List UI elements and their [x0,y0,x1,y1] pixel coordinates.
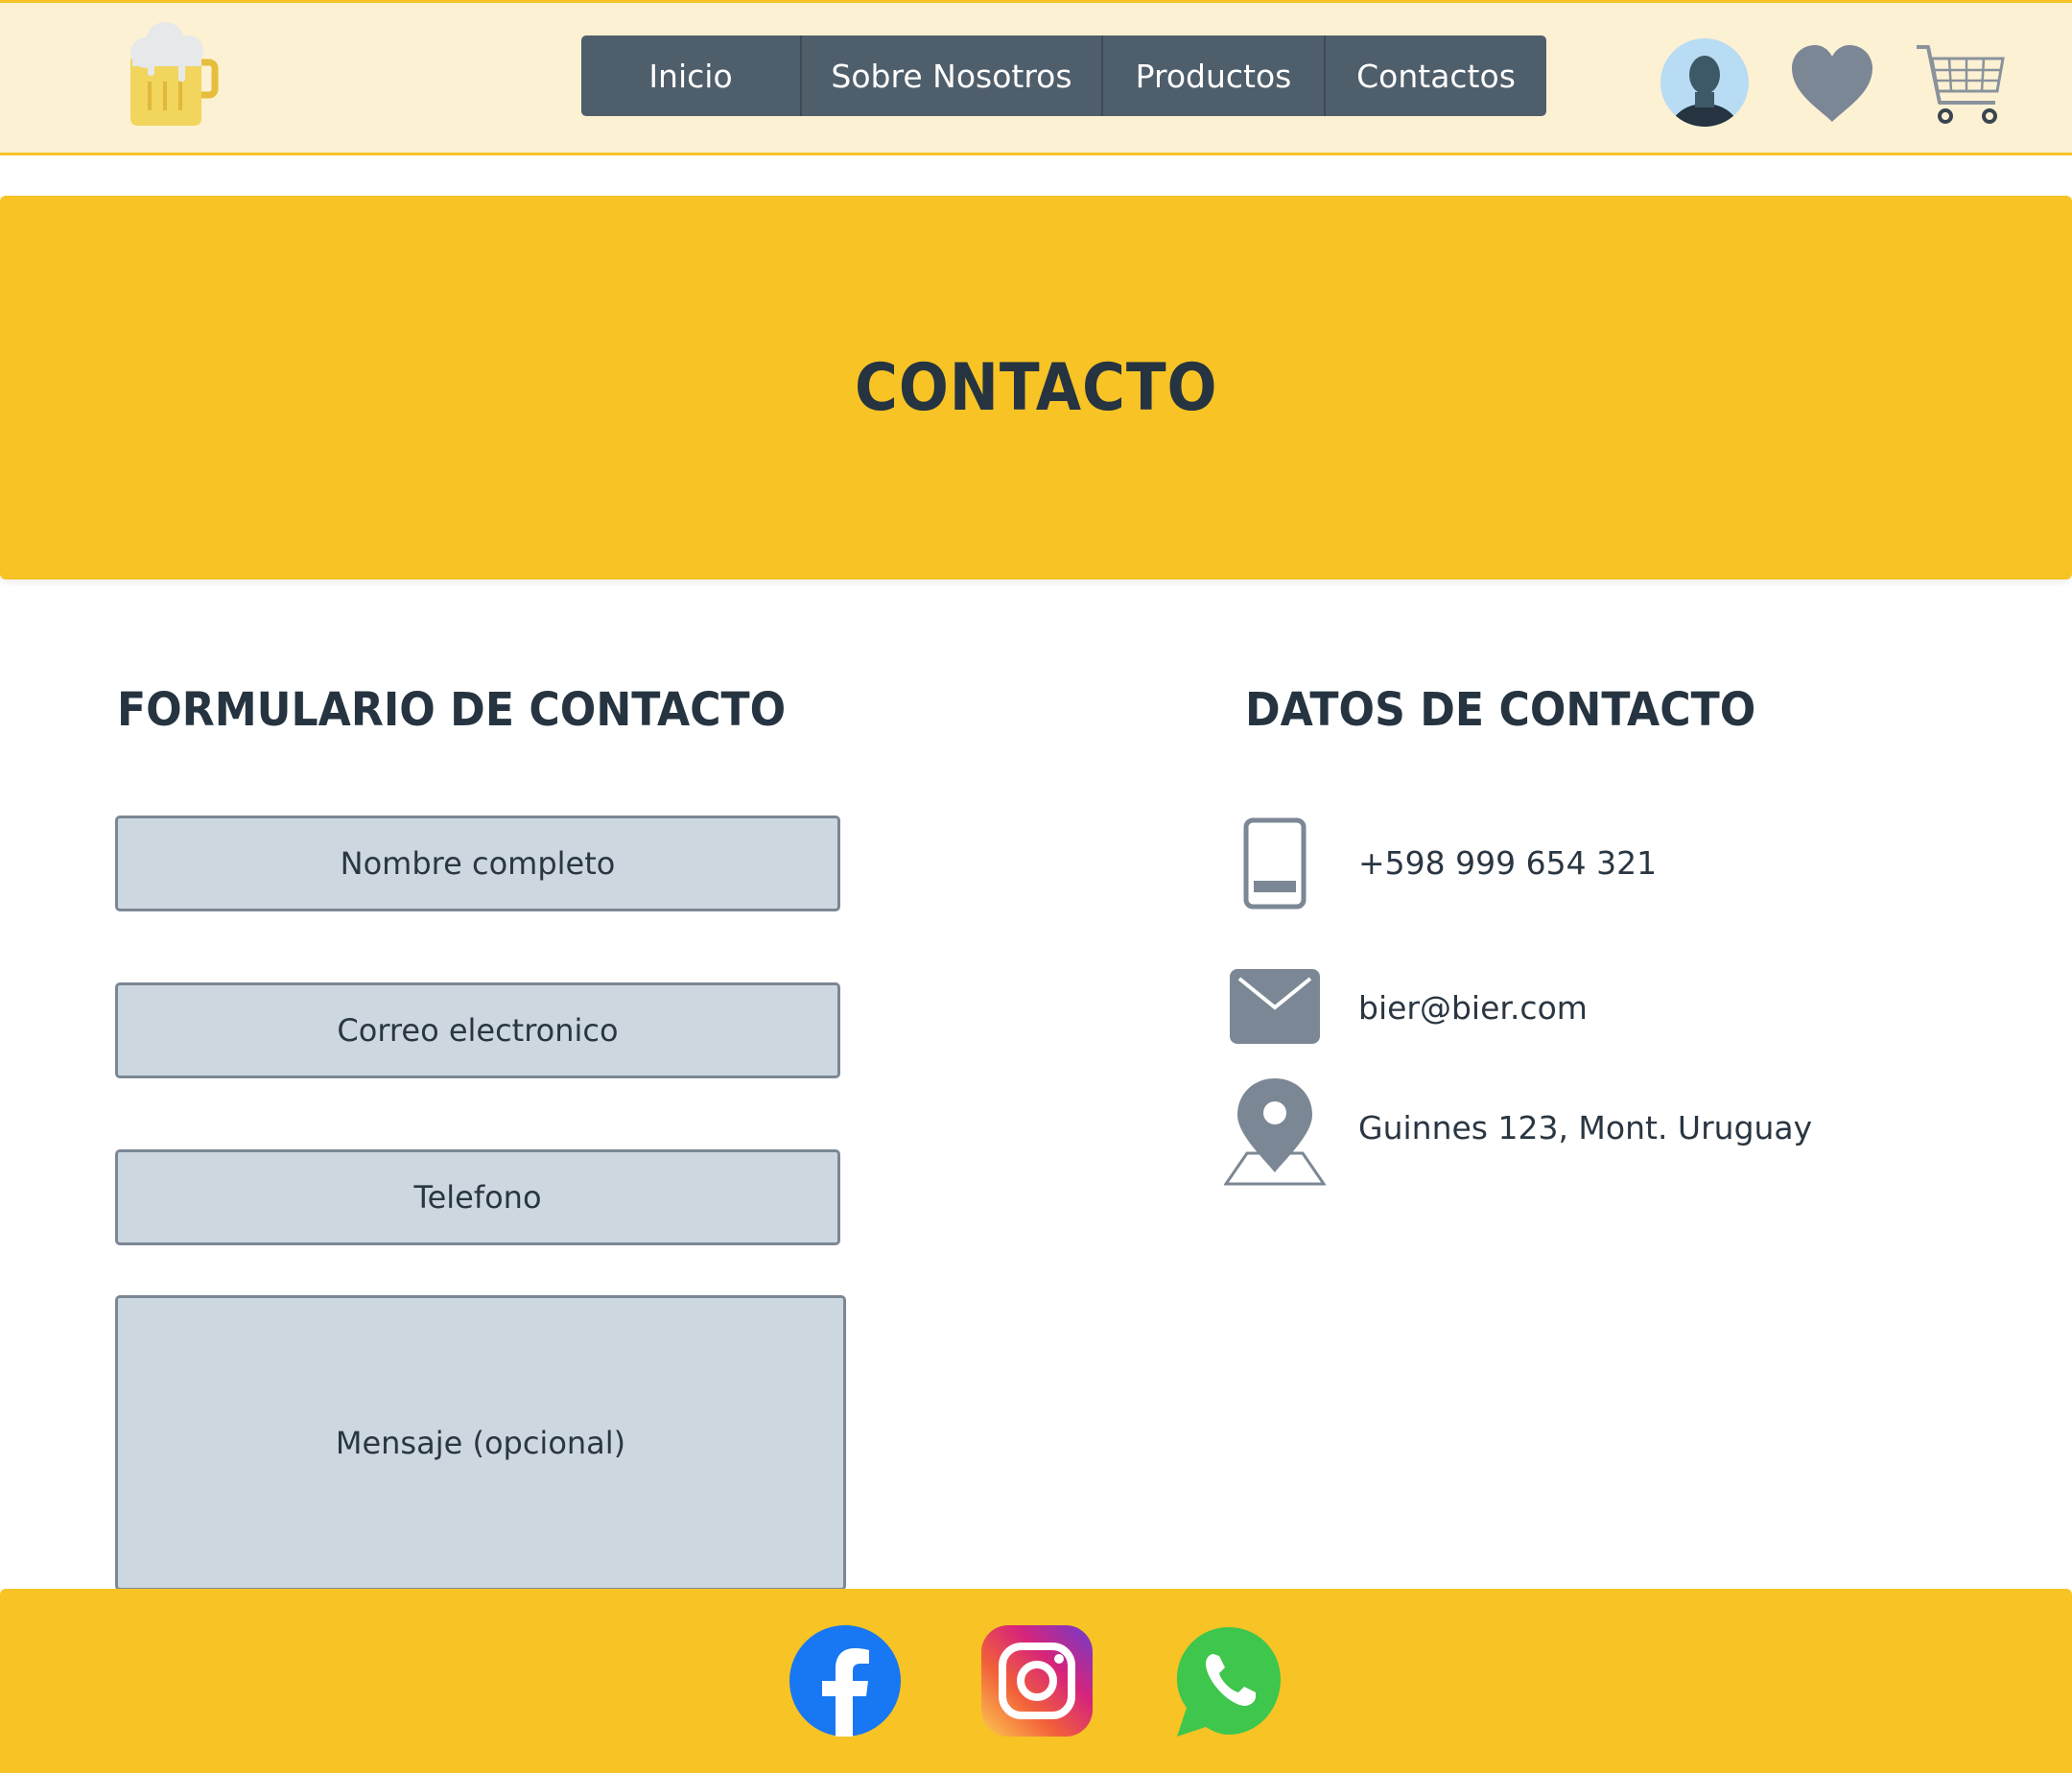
beer-mug-logo-icon[interactable] [121,14,221,128]
contact-address: Guinnes 123, Mont. Uruguay [1358,1109,1813,1147]
full-name-field[interactable]: Nombre completo [115,816,840,911]
envelope-icon [1230,969,1320,1044]
contact-email: bier@bier.com [1358,989,1588,1027]
heart-icon[interactable] [1790,43,1874,124]
page-banner: CONTACTO [0,196,2072,579]
page-title: CONTACTO [854,349,1218,426]
contact-info-title: DATOS DE CONTACTO [1245,683,1756,737]
site-footer [0,1589,2072,1773]
whatsapp-icon[interactable] [1171,1623,1286,1738]
user-avatar-icon[interactable] [1660,38,1749,127]
contact-phone-number: +598 999 654 321 [1358,844,1658,882]
facebook-icon[interactable] [788,1623,903,1738]
email-field[interactable]: Correo electronico [115,982,840,1078]
contact-page: Inicio Sobre Nosotros Productos Contacto… [0,0,2072,1773]
mobile-phone-icon [1243,817,1307,910]
map-pin-icon [1224,1078,1326,1186]
form-title: FORMULARIO DE CONTACTO [117,683,787,737]
shopping-cart-icon[interactable] [1915,41,2007,128]
nav-productos[interactable]: Productos [1103,35,1326,116]
nav-contactos[interactable]: Contactos [1326,35,1546,116]
site-header: Inicio Sobre Nosotros Productos Contacto… [0,0,2072,155]
nav-inicio[interactable]: Inicio [581,35,802,116]
main-nav: Inicio Sobre Nosotros Productos Contacto… [581,35,1546,116]
instagram-icon[interactable] [979,1623,1095,1738]
phone-field[interactable]: Telefono [115,1149,840,1245]
message-field[interactable]: Mensaje (opcional) [115,1295,846,1591]
nav-sobre-nosotros[interactable]: Sobre Nosotros [802,35,1103,116]
